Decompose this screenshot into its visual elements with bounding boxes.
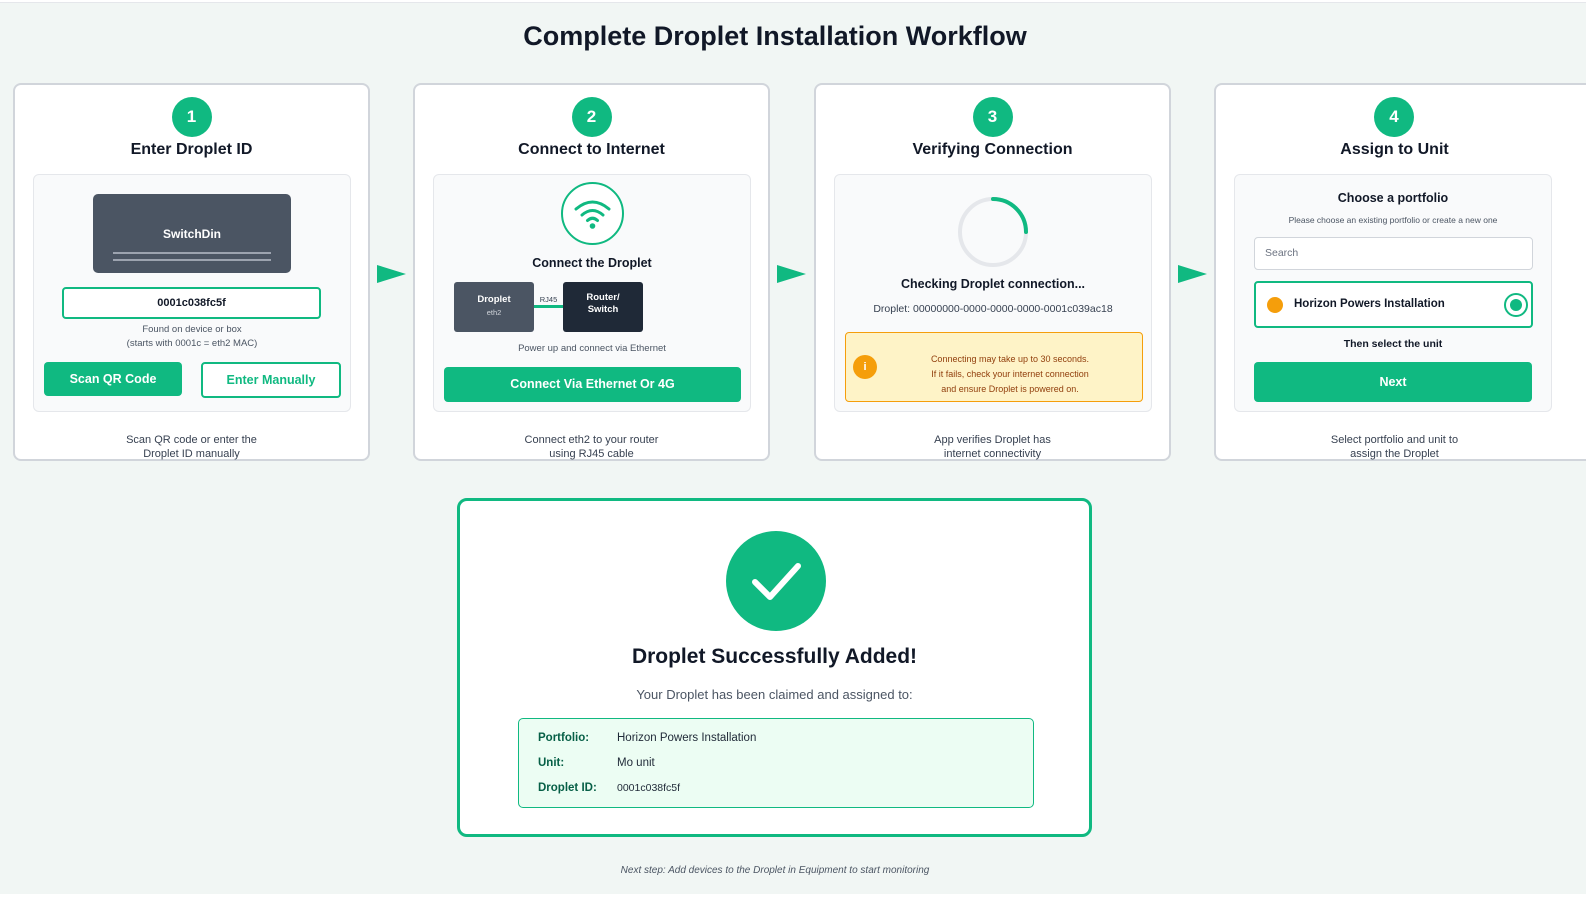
portfolio-search-input[interactable]: Search	[1254, 237, 1533, 270]
step-number-badge: 2	[571, 97, 612, 137]
radio-dot	[1510, 299, 1522, 311]
warning-line: and ensure Droplet is powered on.	[941, 384, 1079, 394]
router-box-label: Switch	[587, 304, 619, 315]
power-hint: Power up and connect via Ethernet	[518, 343, 666, 354]
detail-value: Mo unit	[617, 757, 655, 769]
step-title: Connect to Internet	[518, 141, 665, 158]
caption-line: internet connectivity	[943, 448, 1042, 460]
loading-spinner-icon	[958, 197, 1028, 267]
router-box-label: Router/	[586, 292, 620, 303]
portfolio-subtitle: Please choose an existing portfolio or c…	[1288, 215, 1498, 225]
enter-manually-button[interactable]: Enter Manually	[201, 362, 341, 398]
warning-line: Connecting may take up to 30 seconds.	[930, 354, 1090, 364]
step-caption: Connect eth2 to your router using RJ45 c…	[415, 433, 768, 461]
flow-arrow-icon	[377, 265, 406, 283]
next-button[interactable]: Next	[1254, 362, 1532, 402]
step-card-1: 1 Enter Droplet ID SwitchDin 0001c038fc5…	[13, 83, 370, 461]
detail-key: Unit:	[538, 757, 565, 769]
device-vent-line	[113, 252, 271, 254]
step-caption: Scan QR code or enter the Droplet ID man…	[15, 433, 368, 461]
workflow-canvas: Complete Droplet Installation Workflow 1…	[0, 2, 1586, 894]
ethernet-cable-line	[534, 305, 563, 308]
portfolio-color-dot	[1267, 297, 1283, 313]
router-box: Router/ Switch	[563, 282, 643, 332]
caption-line: Scan QR code or enter the	[126, 434, 257, 446]
id-hint-text: (starts with 0001c = eth2 MAC)	[126, 338, 258, 349]
step-card-4: 4 Assign to Unit Choose a portfolio Plea…	[1214, 83, 1586, 461]
select-unit-text: Then select the unit	[1343, 338, 1443, 350]
radio-selected-icon[interactable]	[1504, 293, 1528, 317]
caption-line: App verifies Droplet has	[934, 434, 1051, 446]
step-number-badge: 4	[1374, 97, 1414, 137]
caption-line: using RJ45 cable	[549, 448, 634, 460]
step-card-3: 3 Verifying Connection Checking Droplet …	[814, 83, 1171, 461]
step-number-badge: 3	[972, 97, 1013, 137]
portfolio-option-label: Horizon Powers Installation	[1294, 298, 1445, 310]
droplet-box: Droplet eth2	[454, 282, 534, 332]
device-vent-line	[113, 259, 271, 261]
droplet-id-input[interactable]: 0001c038fc5f	[62, 287, 321, 319]
step-mockup-panel: SwitchDin 0001c038fc5f Found on device o…	[33, 174, 351, 412]
scan-qr-button[interactable]: Scan QR Code	[44, 362, 182, 396]
wifi-icon	[561, 182, 624, 245]
info-icon: i	[853, 355, 877, 379]
warning-box: i Connecting may take up to 30 seconds. …	[845, 332, 1143, 402]
step-caption: App verifies Droplet has internet connec…	[816, 433, 1169, 461]
device-brand-label: SwitchDin	[162, 227, 221, 241]
connect-title: Connect the Droplet	[532, 256, 652, 270]
step-title: Enter Droplet ID	[130, 141, 253, 158]
cable-label: RJ45	[539, 295, 558, 304]
portfolio-title: Choose a portfolio	[1337, 191, 1449, 205]
success-title: Droplet Successfully Added!	[631, 645, 918, 668]
footer-note: Next step: Add devices to the Droplet in…	[620, 865, 930, 876]
step-mockup-panel: Choose a portfolio Please choose an exis…	[1234, 174, 1552, 412]
checking-status-text: Checking Droplet connection...	[900, 277, 1086, 291]
droplet-uuid-text: Droplet: 00000000-0000-0000-0000-0001c03…	[873, 303, 1113, 315]
step-mockup-panel: Connect the Droplet Droplet eth2 RJ45 Ro…	[433, 174, 751, 412]
id-hint-text: Found on device or box	[142, 324, 242, 335]
step-title: Assign to Unit	[1340, 141, 1449, 158]
warning-line: If it fails, check your internet connect…	[931, 369, 1089, 379]
caption-line: Droplet ID manually	[143, 448, 240, 460]
portfolio-option[interactable]: Horizon Powers Installation	[1254, 281, 1533, 328]
checkmark-icon	[726, 531, 826, 631]
caption-line: assign the Droplet	[1350, 448, 1439, 460]
caption-line: Select portfolio and unit to	[1330, 434, 1459, 446]
assignment-details: Portfolio: Horizon Powers Installation U…	[518, 718, 1034, 808]
droplet-device-illustration: SwitchDin	[93, 194, 291, 273]
detail-key: Portfolio:	[538, 732, 590, 744]
caption-line: Connect eth2 to your router	[524, 434, 659, 446]
success-subtitle: Your Droplet has been claimed and assign…	[636, 687, 913, 702]
detail-value: 0001c038fc5f	[617, 782, 681, 794]
page-title: Complete Droplet Installation Workflow	[523, 21, 1027, 51]
step-mockup-panel: Checking Droplet connection... Droplet: …	[834, 174, 1152, 412]
connect-ethernet-button[interactable]: Connect Via Ethernet Or 4G	[444, 367, 741, 402]
step-caption: Select portfolio and unit to assign the …	[1216, 433, 1573, 461]
step-card-2: 2 Connect to Internet Connect the Drople…	[413, 83, 770, 461]
droplet-port-label: eth2	[486, 308, 502, 317]
step-title: Verifying Connection	[912, 141, 1073, 158]
flow-arrow-icon	[1178, 265, 1207, 283]
step-number-badge: 1	[171, 97, 212, 137]
warning-text: Connecting may take up to 30 seconds. If…	[884, 352, 1136, 397]
flow-arrow-icon	[777, 265, 806, 283]
detail-value: Horizon Powers Installation	[617, 732, 757, 744]
success-panel: Droplet Successfully Added! Your Droplet…	[457, 498, 1092, 837]
detail-key: Droplet ID:	[538, 782, 597, 794]
droplet-box-label: Droplet	[477, 294, 511, 305]
